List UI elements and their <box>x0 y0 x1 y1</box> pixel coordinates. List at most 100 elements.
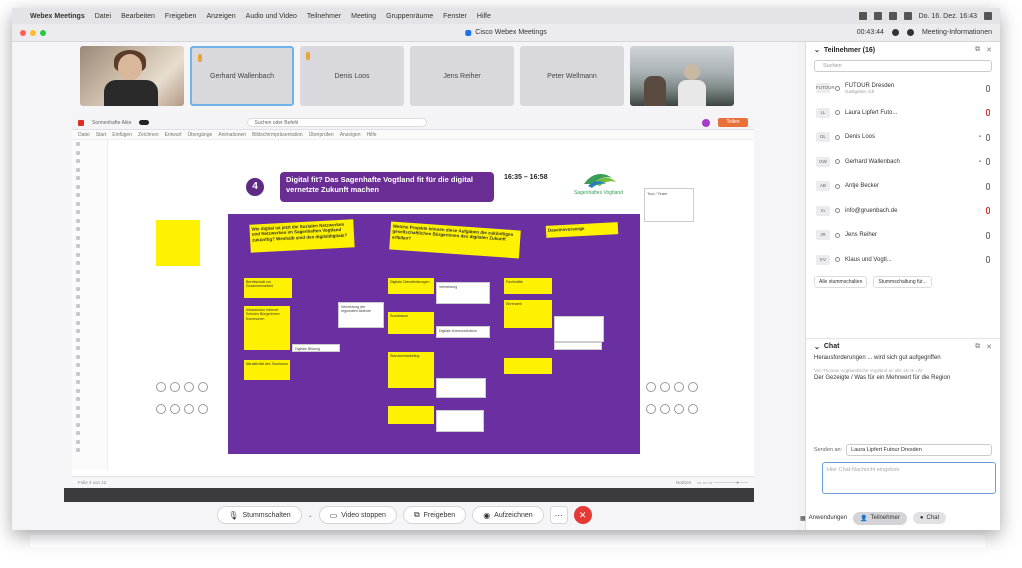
sticky-note-question[interactable]: Wie digital ist jetzt die Sozialen Netzw… <box>249 219 355 253</box>
thumbnail-row[interactable] <box>72 276 107 285</box>
participant-row[interactable]: AB Antje Becker <box>806 174 1000 199</box>
text-note[interactable]: Digitale Bildung <box>292 344 340 352</box>
thumbnail-row[interactable] <box>72 268 107 277</box>
sticky-note[interactable]: Attraktivität des Tourismus <box>244 360 290 380</box>
thumbnail-row[interactable] <box>72 293 107 302</box>
shared-share-button[interactable]: Teilen <box>718 118 748 127</box>
video-tile-jens[interactable]: Jens Reiher <box>410 46 514 106</box>
thumbnail-row[interactable] <box>72 429 107 438</box>
thumbnail-row[interactable] <box>72 353 107 362</box>
thumbnail-row[interactable] <box>72 446 107 455</box>
notes-button[interactable]: Notizen <box>676 480 691 486</box>
participant-row[interactable]: KV Klaus und Vogtl... <box>806 248 1000 273</box>
popout-icon[interactable]: ⧉ <box>975 343 980 351</box>
sticky-note-question[interactable]: Welche Projekte können diese Aufgaben di… <box>389 221 521 259</box>
thumbnail-row[interactable] <box>72 404 107 413</box>
microphone-icon[interactable] <box>986 182 990 190</box>
nav-circle-button[interactable] <box>688 404 698 414</box>
text-note[interactable] <box>436 410 484 432</box>
menu-item-hilfe[interactable]: Hilfe <box>477 13 491 20</box>
whiteboard-canvas[interactable]: Wie digital ist jetzt die Sozialen Netzw… <box>228 214 640 454</box>
menu-item-datei[interactable]: Datei <box>95 13 111 20</box>
menu-item-audio-video[interactable]: Audio und Video <box>246 13 297 20</box>
video-tile[interactable] <box>630 46 734 106</box>
shared-menu-item[interactable]: Entwurf <box>165 132 182 138</box>
thumbnail-row[interactable] <box>72 285 107 294</box>
menu-item-freigeben[interactable]: Freigeben <box>165 13 197 20</box>
side-text-note[interactable]: Tool / Team <box>644 188 694 222</box>
menu-item-meeting[interactable]: Meeting <box>351 13 376 20</box>
nav-circle-button[interactable] <box>646 382 656 392</box>
shared-search-field[interactable]: Suchen oder Befehl <box>247 118 428 127</box>
participant-row[interactable]: FUTOUR FUTOUR Dresden Gastgeber, Ich <box>806 76 1000 101</box>
sticky-note[interactable]: Sozialraum <box>388 312 434 334</box>
mute-button[interactable]: 🎙 Stummschalten <box>217 506 302 524</box>
shared-menu-item[interactable]: Überprüfen <box>309 132 334 138</box>
wifi-icon[interactable] <box>888 12 897 20</box>
zoom-window-button[interactable] <box>40 29 46 36</box>
thumbnail-row[interactable] <box>72 166 107 175</box>
nav-circle-button[interactable] <box>688 382 698 392</box>
send-to-select[interactable]: Laura Lipfert Futour Dresden <box>846 444 992 456</box>
participant-row[interactable]: JR Jens Reiher <box>806 223 1000 248</box>
zoom-slider[interactable]: ▭ ▭ ▭ —————●—— <box>697 480 748 486</box>
menubar-clock[interactable]: Do. 16. Dez. 16:43 <box>919 13 977 20</box>
thumbnail-row[interactable] <box>72 208 107 217</box>
text-note[interactable] <box>436 378 486 398</box>
thumbnail-row[interactable] <box>72 327 107 336</box>
muted-microphone-icon[interactable] <box>986 109 990 117</box>
shared-menu-item[interactable]: Datei <box>78 132 90 138</box>
avatar[interactable] <box>702 118 710 127</box>
sticky-note[interactable]: Fachkräfte <box>504 278 552 294</box>
sticky-note[interactable]: Infrastruktur Internet Schulen Bürgerinn… <box>244 306 290 350</box>
thumbnail-row[interactable] <box>72 251 107 260</box>
thumbnail-row[interactable] <box>72 191 107 200</box>
participant-row[interactable]: DL Denis Loos ▪ <box>806 125 1000 150</box>
chat-button[interactable]: ● Chat <box>912 512 947 524</box>
nav-circle-button[interactable] <box>646 404 656 414</box>
participant-row[interactable]: GW Gerhard Wallenbach ▪ <box>806 150 1000 175</box>
shared-menu-item[interactable]: Anzeigen <box>340 132 361 138</box>
sticky-note[interactable]: Digitale Dienstleistungen <box>388 278 434 294</box>
sticky-note-heading[interactable]: Daseinsvorsorge <box>545 222 619 238</box>
chevron-down-icon[interactable]: ⌄ <box>814 343 820 351</box>
text-note[interactable]: Vernetzung <box>436 282 490 304</box>
menu-item-fenster[interactable]: Fenster <box>443 13 467 20</box>
text-note[interactable]: Digitale Kommunikation <box>436 326 490 338</box>
thumbnail-row[interactable] <box>72 378 107 387</box>
thumbnail-row[interactable] <box>72 225 107 234</box>
autosave-toggle[interactable] <box>139 120 150 125</box>
thumbnail-row[interactable] <box>72 336 107 345</box>
nav-circle-button[interactable] <box>184 404 194 414</box>
shared-menu-item[interactable]: Übergänge <box>188 132 213 138</box>
nav-circle-button[interactable] <box>674 404 684 414</box>
stop-video-button[interactable]: ▭ Video stoppen <box>318 506 397 524</box>
video-tile[interactable] <box>80 46 184 106</box>
chat-input[interactable]: Hier Chat-Nachricht eingeben <box>822 462 996 494</box>
thumbnail-row[interactable] <box>72 395 107 404</box>
popout-icon[interactable]: ⧉ <box>975 46 980 54</box>
thumbnail-row[interactable] <box>72 361 107 370</box>
thumbnail-row[interactable] <box>72 344 107 353</box>
unmute-all-button[interactable]: Stummschaltung für... <box>873 276 932 288</box>
thumbnail-row[interactable] <box>72 242 107 251</box>
thumbnail-row[interactable] <box>72 421 107 430</box>
nav-circle-button[interactable] <box>198 404 208 414</box>
text-note[interactable] <box>554 342 602 350</box>
sticky-note[interactable]: Ehrenamt <box>504 300 552 328</box>
thumbnail-row[interactable] <box>72 319 107 328</box>
menu-item-anzeigen[interactable]: Anzeigen <box>206 13 235 20</box>
thumbnail-row[interactable] <box>72 387 107 396</box>
close-icon[interactable]: ✕ <box>986 46 992 54</box>
thumbnail-row[interactable] <box>72 234 107 243</box>
shared-menu-item[interactable]: Hilfe <box>367 132 377 138</box>
thumbnail-row[interactable] <box>72 217 107 226</box>
meeting-info-link[interactable]: Meeting-Informationen <box>922 29 992 36</box>
nav-circle-button[interactable] <box>660 404 670 414</box>
nav-circle-button[interactable] <box>156 382 166 392</box>
nav-circle-button[interactable] <box>184 382 194 392</box>
thumbnail-row[interactable] <box>72 310 107 319</box>
thumbnail-row[interactable] <box>72 157 107 166</box>
nav-circle-button[interactable] <box>170 382 180 392</box>
thumbnail-row[interactable] <box>72 140 107 149</box>
